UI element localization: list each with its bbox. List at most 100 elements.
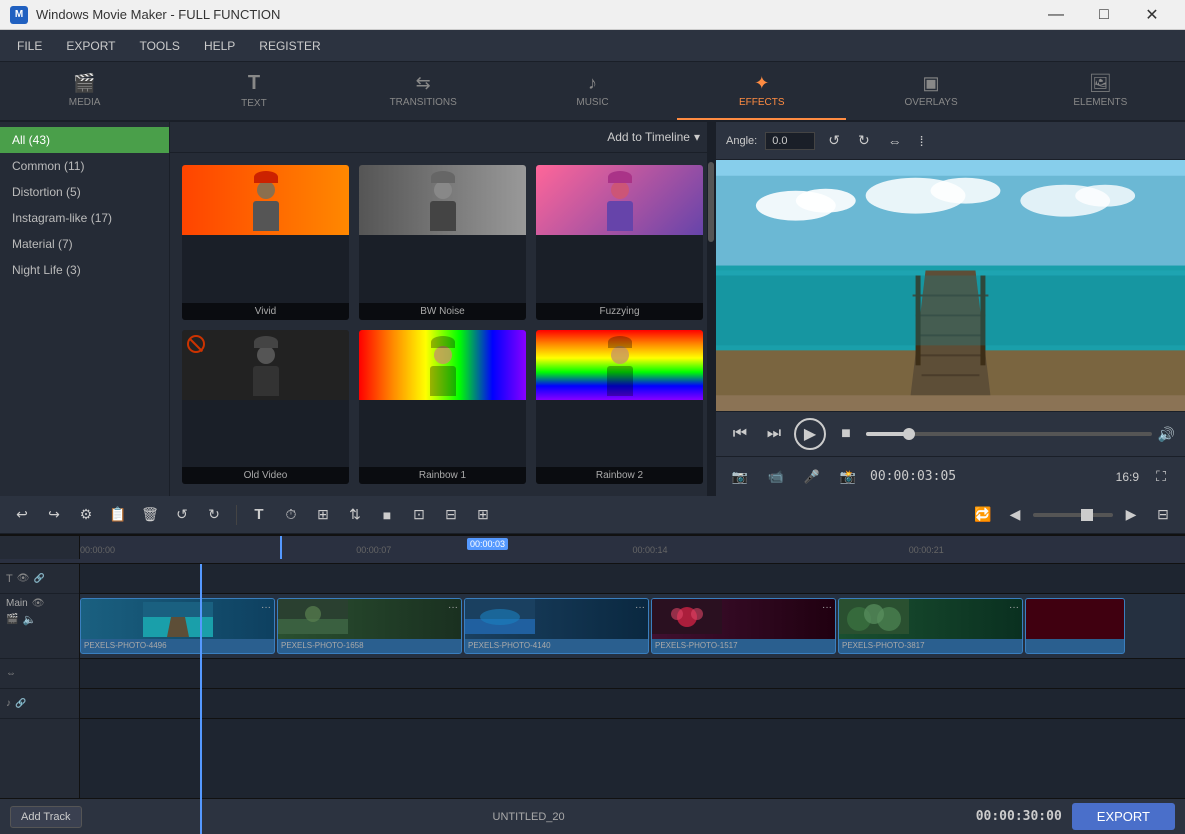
menu-help[interactable]: HELP <box>192 35 247 57</box>
properties-button[interactable]: ⚙ <box>72 501 100 529</box>
effect-oldvideo[interactable]: Old Video <box>182 330 349 485</box>
effect-bwnoise[interactable]: BW Noise <box>359 165 526 320</box>
timeline-clip-4[interactable]: ··· PEXELS-PHOTO-1517 <box>651 598 836 654</box>
close-button[interactable]: ✕ <box>1129 0 1175 30</box>
grid-button[interactable]: ⊞ <box>469 501 497 529</box>
position-button[interactable]: ⇅ <box>341 501 369 529</box>
tab-media[interactable]: 🎬 MEDIA <box>0 62 169 120</box>
progress-bar[interactable] <box>866 432 1152 436</box>
menu-register[interactable]: REGISTER <box>247 35 332 57</box>
eye-icon-main[interactable]: 👁 <box>32 598 45 609</box>
sidebar-item-distortion[interactable]: Distortion (5) <box>0 179 169 205</box>
menu-file[interactable]: FILE <box>5 35 54 57</box>
minimize-button[interactable]: — <box>1033 0 1079 30</box>
loop-button[interactable]: 🔁 <box>969 501 997 529</box>
copy-button[interactable]: 📋 <box>104 501 132 529</box>
sidebar-item-material[interactable]: Material (7) <box>0 231 169 257</box>
body <box>430 366 456 396</box>
timeline-clip-2[interactable]: ··· PEXELS-PHOTO-1658 <box>277 598 462 654</box>
clip-2-menu[interactable]: ··· <box>448 602 458 613</box>
add-track-button[interactable]: Add Track <box>10 806 82 828</box>
maximize-button[interactable]: □ <box>1081 0 1127 30</box>
app-logo: M <box>10 6 28 24</box>
add-to-timeline-button[interactable]: Add to Timeline ▾ <box>607 130 700 144</box>
zoom-in-button[interactable]: ▶ <box>1117 501 1145 529</box>
ruler-mark-7: 00:00:07 <box>356 545 391 555</box>
rotate-cw-button[interactable]: ↻ <box>200 501 228 529</box>
flip-horizontal-button[interactable]: ⇔ <box>883 130 907 152</box>
video-track-icon: 🎬 <box>6 614 18 625</box>
play-button[interactable]: ▶ <box>794 418 826 450</box>
zoom-handle[interactable] <box>1081 509 1093 521</box>
clip-1-menu[interactable]: ··· <box>261 602 271 613</box>
audio-record-button[interactable]: 🎤 <box>798 463 826 491</box>
tab-transitions[interactable]: ⇆ TRANSITIONS <box>339 62 508 120</box>
clip-4-thumb <box>652 599 835 639</box>
screenshot-button[interactable]: 📸 <box>834 463 862 491</box>
stop-button[interactable]: ■ <box>832 420 860 448</box>
export-button[interactable]: EXPORT <box>1072 803 1175 830</box>
trim-button[interactable]: ⊟ <box>437 501 465 529</box>
clip-3-menu[interactable]: ··· <box>635 602 645 613</box>
effect-fuzzying[interactable]: Fuzzying <box>536 165 703 320</box>
menu-export[interactable]: EXPORT <box>54 35 127 57</box>
clip-3-thumb <box>465 599 648 639</box>
zoom-out-button[interactable]: ◀ <box>1001 501 1029 529</box>
delete-button[interactable]: 🗑 <box>136 501 164 529</box>
crop-square-button[interactable]: ■ <box>373 501 401 529</box>
effect-rainbow1[interactable]: Rainbow 1 <box>359 330 526 485</box>
timer-button[interactable]: ⏱ <box>277 501 305 529</box>
sidebar-item-nightlife[interactable]: Night Life (3) <box>0 257 169 283</box>
camera-record-button[interactable]: 📷 <box>726 463 754 491</box>
scrollbar-thumb[interactable] <box>708 162 714 242</box>
timeline-clip-1[interactable]: ··· PEXELS-PHOTO-4496 <box>80 598 275 654</box>
tab-music[interactable]: ♪ MUSIC <box>508 62 677 120</box>
timeline-playhead[interactable]: 00:00:03 <box>280 536 282 559</box>
menu-tools[interactable]: TOOLS <box>127 35 191 57</box>
effects-scrollbar[interactable] <box>707 122 715 496</box>
ruler-mark-0: 00:00:00 <box>80 545 115 555</box>
clip-5-menu[interactable]: ··· <box>1009 602 1019 613</box>
body <box>430 201 456 231</box>
overlays-icon: ▣ <box>923 73 940 94</box>
step-back-button[interactable]: ⏭ <box>760 420 788 448</box>
person-figure <box>600 169 640 231</box>
progress-handle[interactable] <box>903 428 915 440</box>
effect-vivid[interactable]: Vivid <box>182 165 349 320</box>
zoom-slider[interactable] <box>1033 513 1113 517</box>
timeline-clip-5[interactable]: ··· PEXELS-PHOTO-3817 <box>838 598 1023 654</box>
effect-rainbow2[interactable]: Rainbow 2 <box>536 330 703 485</box>
clip-4-menu[interactable]: ··· <box>822 602 832 613</box>
tab-overlays[interactable]: ▣ OVERLAYS <box>846 62 1015 120</box>
fullscreen-button[interactable]: ⛶ <box>1147 463 1175 491</box>
more-options-button[interactable]: ⁞ <box>915 130 929 152</box>
sidebar-item-all[interactable]: All (43) <box>0 127 169 153</box>
rotate-right-button[interactable]: ↻ <box>853 129 875 152</box>
main-video-track: ··· PEXELS-PHOTO-4496 ··· <box>80 594 1185 659</box>
angle-input[interactable] <box>765 132 815 150</box>
rotate-left-button[interactable]: ↺ <box>823 129 845 152</box>
audio-mute-icon[interactable]: 🔈 <box>22 613 36 626</box>
timeline-clip-6[interactable] <box>1025 598 1125 654</box>
crop-button[interactable]: ⊡ <box>405 501 433 529</box>
audio-link-icon[interactable]: 🔗 <box>15 698 26 709</box>
layout-button[interactable]: ⊞ <box>309 501 337 529</box>
link-icon[interactable]: 🔗 <box>33 573 44 584</box>
rotate-ccw-button[interactable]: ↺ <box>168 501 196 529</box>
eye-icon[interactable]: 👁 <box>17 573 30 584</box>
track-label-main: Main 👁 🎬 🔈 <box>0 594 79 659</box>
undo-button[interactable]: ↩ <box>8 501 36 529</box>
skip-to-start-button[interactable]: ⏮ <box>726 420 754 448</box>
track-label-arrow: ⇔ <box>0 659 79 689</box>
sidebar-item-common[interactable]: Common (11) <box>0 153 169 179</box>
fit-button[interactable]: ⊟ <box>1149 501 1177 529</box>
redo-button[interactable]: ↪ <box>40 501 68 529</box>
track-labels: T 👁 🔗 Main 👁 🎬 🔈 ⇔ <box>0 564 80 834</box>
sidebar-item-instagram[interactable]: Instagram-like (17) <box>0 205 169 231</box>
tab-text[interactable]: T TEXT <box>169 62 338 120</box>
video-record-button[interactable]: 📹 <box>762 463 790 491</box>
tab-effects[interactable]: ✦ EFFECTS <box>677 62 846 120</box>
tab-elements[interactable]: 🖼 ELEMENTS <box>1016 62 1185 120</box>
text-tool-button[interactable]: T <box>245 501 273 529</box>
timeline-clip-3[interactable]: ··· PEXELS-PHOTO-4140 <box>464 598 649 654</box>
